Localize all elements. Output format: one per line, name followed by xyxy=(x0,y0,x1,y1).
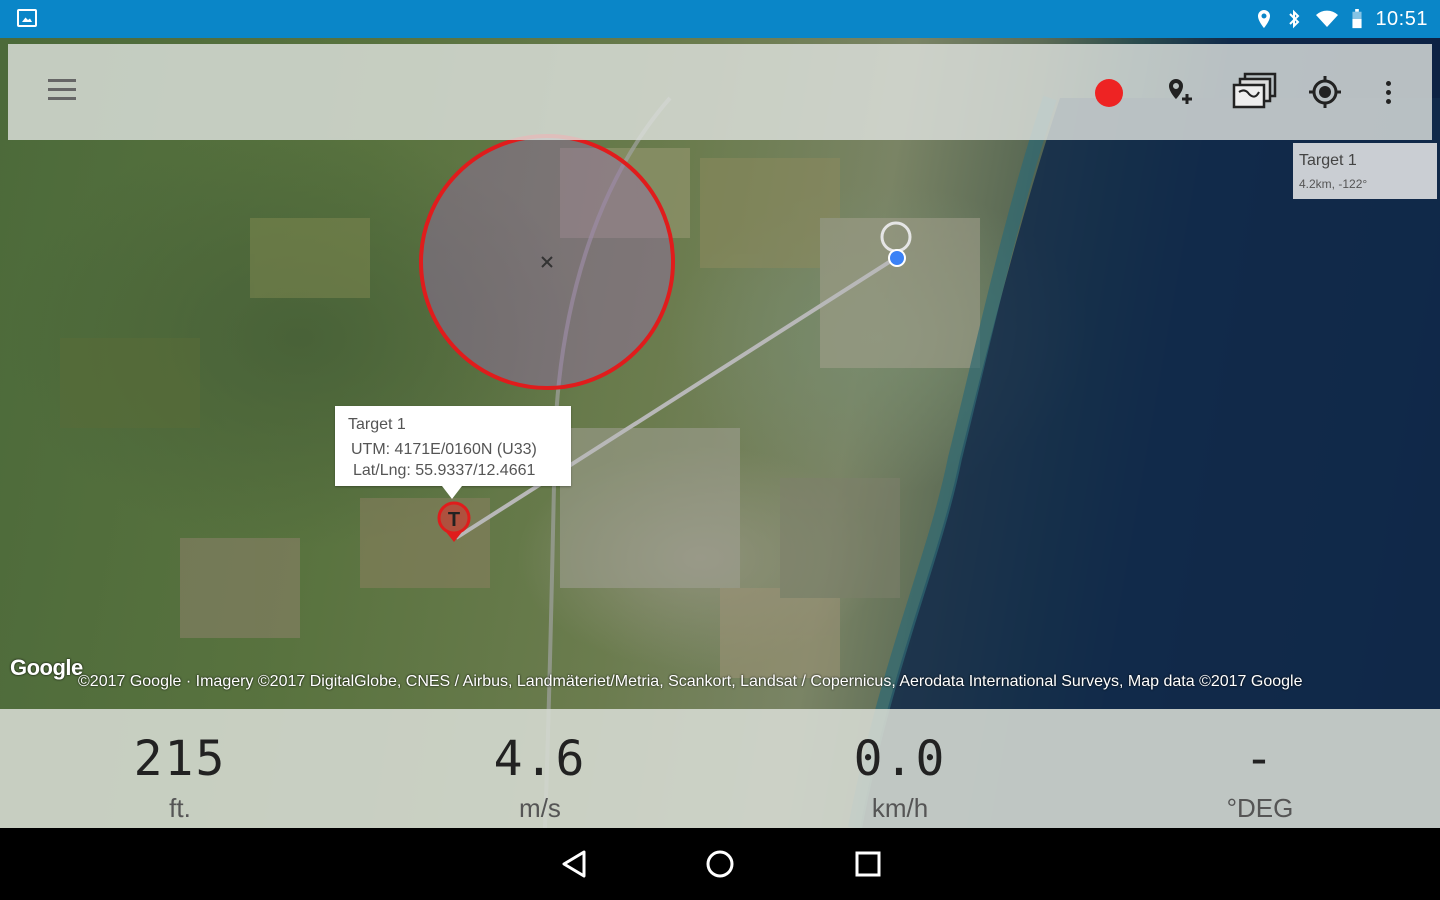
target-summary-detail: 4.2km, -122° xyxy=(1299,177,1368,191)
recents-icon[interactable] xyxy=(846,842,890,886)
image-icon xyxy=(17,9,37,27)
status-bar: 10:51 xyxy=(0,0,1440,38)
stat-heading: - °DEG xyxy=(1080,709,1440,828)
target-marker-label: T xyxy=(448,509,460,531)
stat-unit: km/h xyxy=(871,793,929,823)
wifi-icon xyxy=(1316,10,1339,27)
record-button[interactable] xyxy=(1095,79,1123,107)
callout-utm: UTM: 4171E/0160N (U33) xyxy=(351,441,537,458)
stat-altitude: 215 ft. xyxy=(0,709,360,828)
my-location-icon[interactable] xyxy=(1305,72,1345,112)
home-icon[interactable] xyxy=(698,842,742,886)
navigation-bar xyxy=(0,828,1440,900)
callout-title: Target 1 xyxy=(348,416,406,433)
hamburger-menu-icon[interactable] xyxy=(48,79,76,101)
current-location-dot xyxy=(888,249,906,267)
stat-unit: m/s xyxy=(519,793,561,823)
back-icon[interactable] xyxy=(552,842,596,886)
add-location-icon[interactable] xyxy=(1160,72,1200,112)
battery-icon xyxy=(1352,9,1362,29)
target-summary-name: Target 1 xyxy=(1299,152,1357,169)
map-attribution: ©2017 Google · Imagery ©2017 DigitalGlob… xyxy=(78,673,1303,690)
stat-ground-speed: 0.0 km/h xyxy=(720,709,1080,828)
stat-vertical-speed: 4.6 m/s xyxy=(360,709,720,828)
bluetooth-icon xyxy=(1289,9,1300,29)
target-info-window[interactable]: Target 1 UTM: 4171E/0160N (U33) Lat/Lng:… xyxy=(335,406,571,499)
stat-value: - xyxy=(1244,731,1276,787)
callout-latlng: Lat/Lng: 55.9337/12.4661 xyxy=(353,462,536,479)
stat-value: 4.6 xyxy=(493,731,587,787)
stat-value: 215 xyxy=(133,731,227,787)
status-icons: 10:51 xyxy=(1255,6,1428,32)
more-vert-icon[interactable] xyxy=(1378,78,1398,108)
stat-unit: °DEG xyxy=(1226,793,1294,823)
location-icon xyxy=(1258,10,1271,28)
target-summary[interactable]: Target 1 4.2km, -122° xyxy=(1293,143,1437,199)
toolbar xyxy=(8,44,1432,140)
google-logo: Google xyxy=(10,655,83,680)
map-layers-icon[interactable] xyxy=(1230,72,1280,112)
stats-panel: 215 ft. 4.6 m/s 0.0 km/h - °DEG xyxy=(0,709,1440,828)
clock: 10:51 xyxy=(1375,7,1428,30)
stat-unit: ft. xyxy=(169,793,191,823)
stat-value: 0.0 xyxy=(853,731,947,787)
